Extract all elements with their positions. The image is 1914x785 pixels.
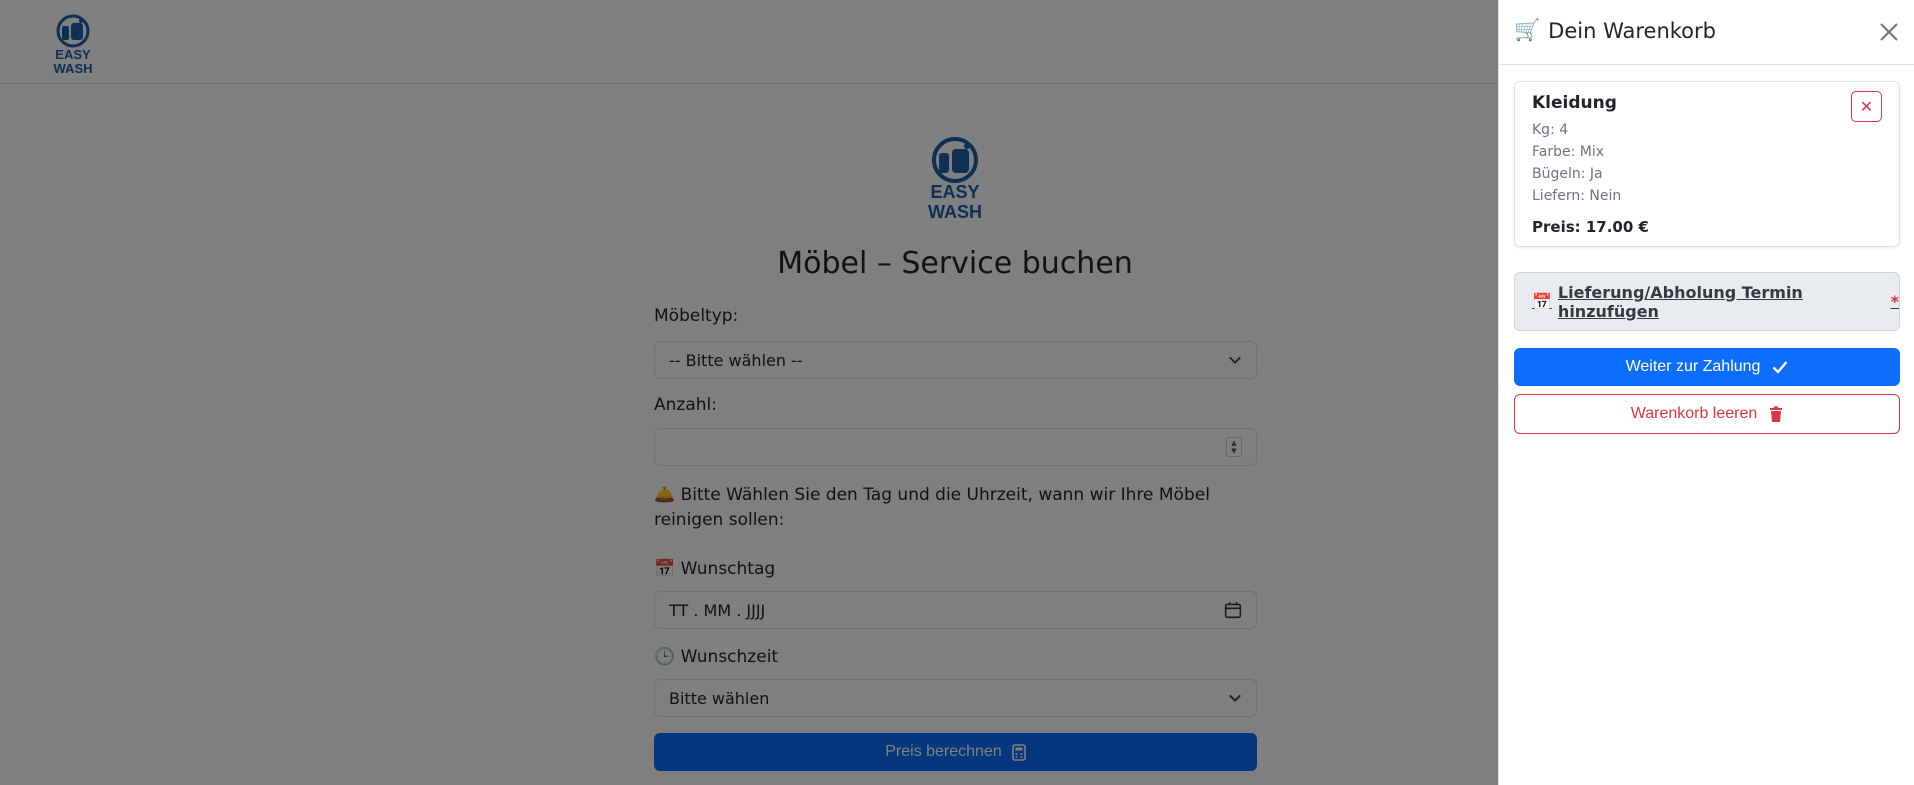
appointment-box: 📅 Lieferung/Abholung Termin hinzufügen * <box>1514 272 1900 331</box>
cart-item-liefern: Liefern: Nein <box>1532 188 1622 204</box>
clear-cart-label: Warenkorb leeren <box>1630 405 1758 422</box>
cart-header: 🛒 Dein Warenkorb <box>1499 0 1914 65</box>
close-icon[interactable] <box>1877 20 1901 44</box>
cart-offcanvas: 🛒 Dein Warenkorb Kleidung Kg: 4 Farbe: M… <box>1498 0 1914 785</box>
add-appointment-link[interactable]: 📅 Lieferung/Abholung Termin hinzufügen * <box>1532 283 1899 321</box>
continue-to-payment-label: Weiter zur Zahlung <box>1625 358 1761 375</box>
add-appointment-text: Lieferung/Abholung Termin hinzufügen <box>1557 282 1803 321</box>
cart-item-title: Kleidung <box>1532 93 1617 113</box>
cart-item-price: Preis: 17.00 € <box>1532 218 1649 236</box>
checkmark-icon <box>1773 361 1788 374</box>
cart-title-text: Dein Warenkorb <box>1548 18 1716 43</box>
cart-item-buegeln: Bügeln: Ja <box>1532 166 1603 182</box>
clear-cart-button[interactable]: Warenkorb leeren <box>1514 394 1900 434</box>
continue-to-payment-button[interactable]: Weiter zur Zahlung <box>1514 348 1900 386</box>
required-marker: * <box>1890 292 1899 311</box>
cart-item-farbe: Farbe: Mix <box>1532 144 1605 160</box>
calendar-icon: 📅 <box>1532 292 1552 311</box>
trash-icon <box>1770 406 1783 422</box>
remove-item-button[interactable]: ✕ <box>1851 91 1882 122</box>
cart-item-card: Kleidung Kg: 4 Farbe: Mix Bügeln: Ja Lie… <box>1514 81 1900 247</box>
shopping-cart-icon: 🛒 <box>1514 18 1541 42</box>
cart-item-kg: Kg: 4 <box>1532 122 1569 138</box>
cart-title: 🛒 Dein Warenkorb <box>1514 18 1716 43</box>
remove-x-icon: ✕ <box>1859 98 1874 116</box>
